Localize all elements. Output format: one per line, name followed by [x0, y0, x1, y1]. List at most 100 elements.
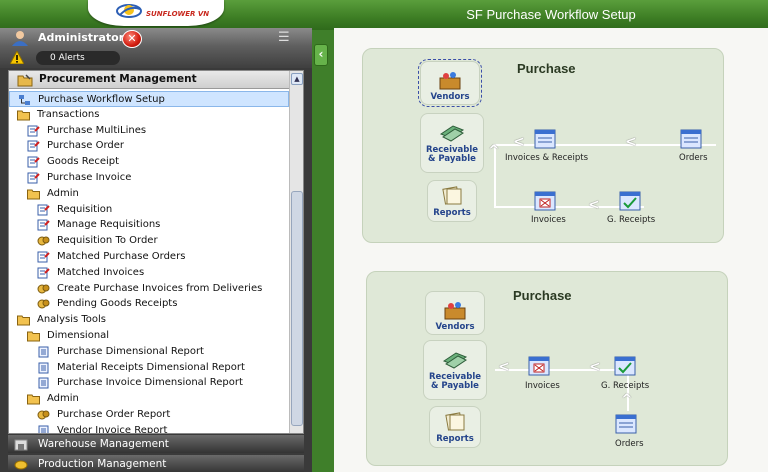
- collapse-panel-button[interactable]: ‹: [314, 44, 328, 66]
- pin-panel-icon[interactable]: ☰: [278, 30, 294, 46]
- module-warehouse-management[interactable]: Warehouse Management: [8, 435, 304, 453]
- tree-item-label: Manage Requisitions: [57, 219, 161, 231]
- tree-item[interactable]: Pending Goods Receipts: [9, 296, 289, 312]
- goods-receipts-icon[interactable]: [613, 354, 637, 378]
- orders-icon[interactable]: [679, 127, 703, 151]
- tree-item[interactable]: Manage Requisitions: [9, 217, 289, 233]
- receivable-payable-button[interactable]: Receivable & Payable: [423, 340, 487, 400]
- logout-button[interactable]: ✕: [122, 30, 142, 48]
- folder-icon: [27, 330, 40, 342]
- tree-item-label: Pending Goods Receipts: [57, 298, 178, 310]
- folder-icon: [27, 393, 40, 405]
- production-icon: [14, 460, 28, 470]
- navigation-tree: Procurement Management Purchase Workflow…: [8, 70, 304, 434]
- reports-button[interactable]: Reports: [427, 180, 477, 222]
- arrow-left-icon: <: [513, 134, 525, 150]
- invoices-icon[interactable]: [533, 189, 557, 213]
- user-icon: [12, 31, 28, 46]
- tree-header-label: Procurement Management: [39, 73, 197, 85]
- process-icon: [37, 409, 50, 421]
- navigation-panel: Administrator ✕ ☰ 0 Alerts Procurement M…: [0, 28, 312, 472]
- tree-item[interactable]: Material Receipts Dimensional Report: [9, 360, 289, 376]
- orders-icon[interactable]: [614, 412, 638, 436]
- receivable-payable-button[interactable]: Receivable & Payable: [420, 113, 484, 173]
- tree-item[interactable]: Purchase Order: [9, 138, 289, 154]
- vendors-icon: [444, 302, 466, 320]
- tree-item[interactable]: Create Purchase Invoices from Deliveries: [9, 281, 289, 297]
- tree-item[interactable]: Requisition To Order: [9, 233, 289, 249]
- tree-item-label: Admin: [47, 187, 79, 199]
- reports-icon: [442, 186, 462, 205]
- page-title: SF Purchase Workflow Setup: [466, 7, 636, 22]
- goods-receipts-label: G. Receipts: [601, 381, 650, 391]
- tree-item-label: Purchase Invoice Dimensional Report: [57, 377, 243, 389]
- tree-item-label: Vendor Invoice Report: [57, 424, 168, 434]
- tree-item[interactable]: Purchase Invoice Dimensional Report: [9, 375, 289, 391]
- module-label: Production Management: [38, 458, 167, 470]
- tree-item[interactable]: Goods Receipt: [9, 154, 289, 170]
- tree-item[interactable]: Analysis Tools: [9, 312, 289, 328]
- process-icon: [37, 235, 50, 247]
- vendors-label: Vendors: [430, 92, 470, 102]
- tree-item-label: Purchase Dimensional Report: [57, 345, 204, 357]
- tree-item-label: Dimensional: [47, 330, 110, 341]
- invoices-receipts-icon[interactable]: [533, 127, 557, 151]
- tree-item[interactable]: Purchase Dimensional Report: [9, 344, 289, 360]
- tree-item[interactable]: Matched Purchase Orders: [9, 249, 289, 265]
- tree-header[interactable]: Procurement Management: [9, 71, 303, 89]
- form-icon: [37, 219, 50, 231]
- warning-icon: [10, 51, 24, 64]
- vendors-button[interactable]: Vendors: [425, 291, 485, 335]
- receivable-payable-icon: [439, 125, 465, 142]
- report-icon: [37, 362, 50, 374]
- orders-label: Orders: [615, 439, 644, 449]
- vendors-button[interactable]: Vendors: [418, 59, 482, 107]
- tree-item[interactable]: Dimensional: [9, 328, 289, 344]
- tree-item-label: Purchase Order: [47, 140, 125, 152]
- tree-item[interactable]: Requisition: [9, 202, 289, 218]
- tree-item-label: Create Purchase Invoices from Deliveries: [57, 282, 263, 294]
- arrow-left-icon: <: [498, 359, 510, 375]
- top-bar: SUNFLOWER VN SF Purchase Workflow Setup: [0, 0, 768, 30]
- process-icon: [37, 283, 50, 295]
- receivable-payable-label-2: & Payable: [431, 381, 479, 391]
- alerts-badge[interactable]: 0 Alerts: [36, 51, 120, 65]
- tree-item[interactable]: Purchase Workflow Setup: [9, 91, 289, 107]
- form-icon: [37, 251, 50, 263]
- module-production-management[interactable]: Production Management: [8, 455, 304, 472]
- workflow-icon: [18, 94, 31, 106]
- tree-item[interactable]: Purchase MultiLines: [9, 123, 289, 139]
- tree-item[interactable]: Purchase Invoice: [9, 170, 289, 186]
- scroll-thumb[interactable]: [291, 191, 303, 426]
- goods-receipts-icon[interactable]: [618, 189, 642, 213]
- vendors-icon: [439, 72, 461, 90]
- scroll-up-button[interactable]: ▲: [291, 73, 303, 85]
- orders-label: Orders: [679, 153, 708, 163]
- invoices-label: Invoices: [525, 381, 560, 391]
- tree-item[interactable]: Vendor Invoice Report: [9, 423, 289, 434]
- arrow-up-icon: ^: [621, 392, 633, 408]
- workflow-card-2: Purchase Vendors Receivable & Payable Re…: [366, 271, 728, 466]
- tree-item[interactable]: Transactions: [9, 107, 289, 123]
- tree-item[interactable]: Admin: [9, 391, 289, 407]
- tree-item[interactable]: Admin: [9, 186, 289, 202]
- reports-label: Reports: [436, 434, 474, 444]
- sunflower-logo: SUNFLOWER VN: [88, 0, 224, 26]
- user-bar: Administrator ✕ ☰ 0 Alerts: [0, 28, 312, 68]
- invoices-receipts-label: Invoices & Receipts: [505, 153, 589, 163]
- tree-scrollbar[interactable]: ▲: [289, 71, 303, 433]
- tree-item-label: Matched Purchase Orders: [57, 251, 186, 262]
- folder-icon: [17, 314, 30, 326]
- tree-item-label: Purchase Invoice: [47, 172, 132, 183]
- reports-button[interactable]: Reports: [429, 406, 481, 448]
- tree-item-label: Purchase Order Report: [57, 409, 171, 420]
- folder-icon: [17, 109, 30, 121]
- form-icon: [27, 140, 40, 152]
- tree-item-label: Goods Receipt: [47, 156, 120, 168]
- tree-item[interactable]: Matched Invoices: [9, 265, 289, 281]
- tree-item[interactable]: Purchase Order Report: [9, 407, 289, 423]
- receivable-payable-icon: [442, 352, 468, 369]
- process-icon: [37, 298, 50, 310]
- invoices-icon[interactable]: [527, 354, 551, 378]
- tree-item-label: Admin: [47, 393, 79, 405]
